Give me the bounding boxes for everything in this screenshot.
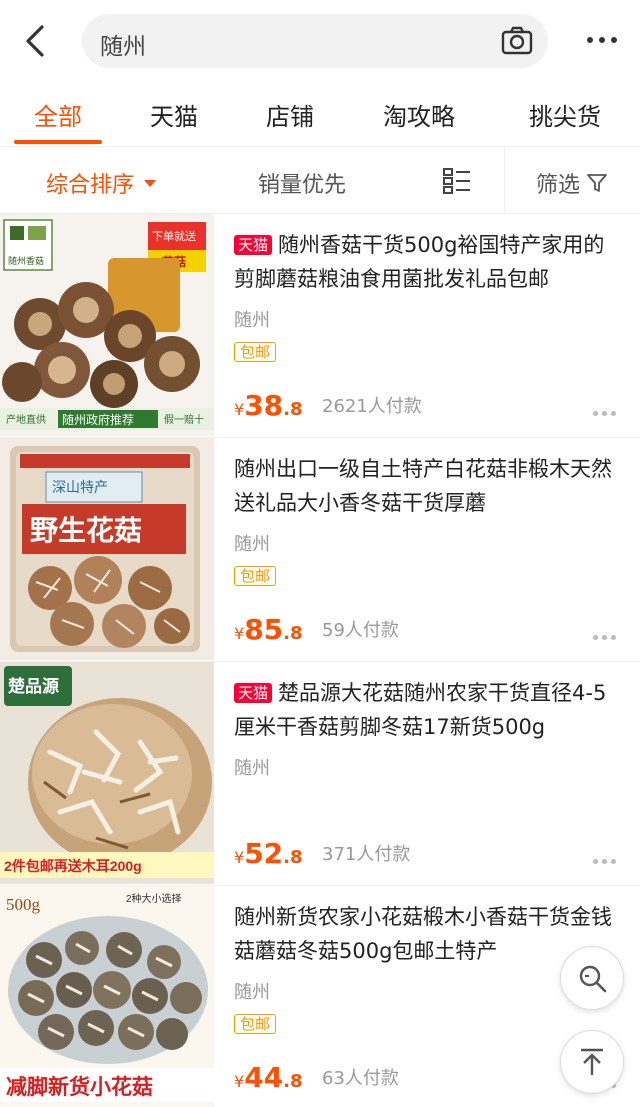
- more-options-icon[interactable]: [593, 859, 616, 864]
- sales-count: 2621人付款: [322, 396, 422, 417]
- product-price: ¥52.8: [234, 837, 303, 870]
- product-title-text: 楚品源大花菇随州农家干货直径4-5厘米干香菇剪脚冬菇17新货500g: [234, 681, 607, 739]
- price-row: ¥38.8 2621人付款: [234, 389, 624, 426]
- tab-tmall[interactable]: 天猫: [116, 82, 232, 146]
- back-to-top-icon[interactable]: [560, 1030, 624, 1094]
- product-location: 随州: [234, 758, 270, 779]
- currency-symbol: ¥: [234, 1072, 245, 1091]
- product-card[interactable]: 随州香菇 下单就送 花菇 产地直供 随州政府推荐 假一赔十: [0, 214, 640, 438]
- caret-down-icon: [144, 179, 157, 187]
- image-text-brand: 随州香菇: [8, 255, 44, 266]
- currency-symbol: ¥: [234, 400, 245, 419]
- free-shipping-badge: 包邮: [234, 1014, 277, 1034]
- product-title-text: 随州香菇干货500g裕国特产家用的剪脚蘑菇粮油食用菌批发礼品包邮: [234, 233, 605, 291]
- product-card[interactable]: 深山特产 野生花菇 随州出口一级自土特产白花菇非椴木天然送礼品大小香冬菇干货厚蘑…: [0, 438, 640, 662]
- price-integer: 44: [244, 1061, 284, 1094]
- product-price: ¥44.8: [234, 1061, 303, 1094]
- product-info: 随州出口一级自土特产白花菇非椴木天然送礼品大小香冬菇干货厚蘑 随州 包邮: [234, 452, 624, 586]
- sort-comprehensive-button[interactable]: 综合排序: [46, 167, 157, 199]
- currency-symbol: ¥: [234, 624, 245, 643]
- tab-all[interactable]: 全部: [0, 82, 116, 146]
- filter-button[interactable]: 筛选: [536, 167, 608, 199]
- more-options-icon[interactable]: [593, 411, 616, 416]
- product-location: 随州: [234, 534, 270, 555]
- product-image[interactable]: 500g 2种大小选择 减脚新货小花菇: [0, 886, 214, 1107]
- tab-label: 店铺: [266, 102, 314, 131]
- sales-count: 59人付款: [322, 620, 399, 641]
- product-list: 随州香菇 下单就送 花菇 产地直供 随州政府推荐 假一赔十: [0, 214, 640, 1107]
- price-decimal: .8: [283, 1071, 303, 1092]
- image-text-promo: 2件包邮再送木耳200g: [4, 858, 142, 874]
- sales-count: 371人付款: [322, 844, 411, 865]
- image-text-banner: 减脚新货小花菇: [6, 1075, 153, 1099]
- product-info: 天猫 随州香菇干货500g裕国特产家用的剪脚蘑菇粮油食用菌批发礼品包邮 随州 包邮: [234, 228, 624, 362]
- product-location: 随州: [234, 310, 270, 331]
- product-image[interactable]: 深山特产 野生花菇: [0, 438, 214, 660]
- sales-count: 63人付款: [322, 1068, 399, 1089]
- product-title[interactable]: 天猫 随州香菇干货500g裕国特产家用的剪脚蘑菇粮油食用菌批发礼品包邮: [234, 228, 624, 296]
- product-image[interactable]: 随州香菇 下单就送 花菇 产地直供 随州政府推荐 假一赔十: [0, 214, 214, 436]
- filter-label: 筛选: [536, 173, 581, 198]
- product-price: ¥85.8: [234, 613, 303, 646]
- price-integer: 52: [244, 837, 284, 870]
- free-shipping-badge: 包邮: [234, 342, 277, 362]
- product-card[interactable]: 500g 2种大小选择 减脚新货小花菇 随州新货农家小花菇椴木小香菇干货金钱菇蘑…: [0, 886, 640, 1107]
- divider: [504, 147, 505, 215]
- tab-label: 淘攻略: [383, 102, 455, 131]
- price-row: ¥85.8 59人付款: [234, 613, 624, 650]
- tmall-badge: 天猫: [234, 235, 273, 255]
- product-info: 天猫 楚品源大花菇随州农家干货直径4-5厘米干香菇剪脚冬菇17新货500g 随州: [234, 676, 624, 780]
- product-price: ¥38.8: [234, 389, 303, 422]
- more-options-icon[interactable]: [593, 635, 616, 640]
- image-text-recommend: 随州政府推荐: [62, 412, 134, 427]
- image-text-weight: 500g: [6, 895, 41, 914]
- price-decimal: .8: [283, 847, 303, 868]
- image-text-label: 深山特产: [52, 479, 108, 495]
- list-view-icon[interactable]: [442, 167, 472, 195]
- back-arrow-icon[interactable]: [18, 22, 52, 60]
- product-card[interactable]: 楚品源 2件包邮再送木耳200g 天猫 楚品源大花菇随州农家干货直径4-5厘米干香…: [0, 662, 640, 886]
- sort-comprehensive-label: 综合排序: [46, 173, 135, 198]
- tmall-badge: 天猫: [234, 683, 273, 703]
- camera-icon[interactable]: [500, 24, 534, 58]
- filter-funnel-icon: [587, 174, 607, 192]
- image-text-brand: 楚品源: [8, 676, 59, 696]
- search-input[interactable]: 随州: [82, 14, 548, 68]
- top-bar: 随州: [0, 0, 640, 82]
- tab-premium[interactable]: 挑尖货: [490, 82, 640, 146]
- search-query: 随州: [100, 34, 146, 60]
- find-similar-icon[interactable]: [560, 946, 624, 1010]
- product-image[interactable]: 楚品源 2件包邮再送木耳200g: [0, 662, 214, 884]
- image-text-title: 野生花菇: [30, 515, 142, 547]
- tab-bar: 全部 天猫 店铺 淘攻略 挑尖货: [0, 82, 640, 146]
- tab-label: 天猫: [150, 102, 198, 131]
- sort-bar: 综合排序 销量优先 筛选: [0, 146, 640, 215]
- more-dots-icon[interactable]: [582, 28, 622, 52]
- image-text-option: 2种大小选择: [126, 892, 182, 905]
- image-text-source: 产地直供: [6, 413, 46, 426]
- currency-symbol: ¥: [234, 848, 245, 867]
- price-row: ¥52.8 371人付款: [234, 837, 624, 874]
- price-integer: 38: [244, 389, 284, 422]
- image-text-guarantee: 假一赔十: [164, 413, 204, 426]
- free-shipping-badge: 包邮: [234, 566, 277, 586]
- image-text-promo: 下单就送: [152, 229, 196, 243]
- tab-guides[interactable]: 淘攻略: [348, 82, 490, 146]
- product-title-text: 随州新货农家小花菇椴木小香菇干货金钱菇蘑菇冬菇500g包邮土特产: [234, 905, 612, 963]
- tab-label: 挑尖货: [529, 102, 601, 131]
- product-title[interactable]: 随州出口一级自土特产白花菇非椴木天然送礼品大小香冬菇干货厚蘑: [234, 452, 624, 520]
- sort-sales-button[interactable]: 销量优先: [258, 167, 346, 199]
- product-title[interactable]: 天猫 楚品源大花菇随州农家干货直径4-5厘米干香菇剪脚冬菇17新货500g: [234, 676, 624, 744]
- price-integer: 85: [244, 613, 284, 646]
- price-decimal: .8: [283, 623, 303, 644]
- tab-shops[interactable]: 店铺: [232, 82, 348, 146]
- price-decimal: .8: [283, 399, 303, 420]
- product-title-text: 随州出口一级自土特产白花菇非椴木天然送礼品大小香冬菇干货厚蘑: [234, 457, 612, 515]
- tab-label: 全部: [34, 102, 82, 131]
